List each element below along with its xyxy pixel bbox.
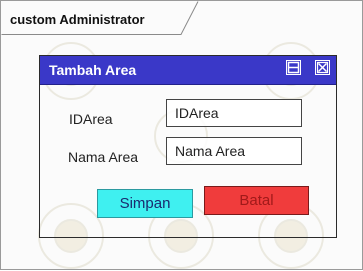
nama-area-input[interactable]: [166, 137, 302, 165]
cancel-button[interactable]: Batal: [204, 186, 309, 215]
maximize-button[interactable]: [286, 60, 301, 75]
close-button[interactable]: [315, 60, 330, 75]
dialog-titlebar[interactable]: Tambah Area: [40, 56, 336, 85]
idarea-label: IDArea: [69, 111, 113, 127]
close-icon: [316, 61, 329, 74]
dialog-title: Tambah Area: [49, 62, 137, 78]
custom-administrator-frame: custom Administrator Tambah Area IDArea: [0, 0, 363, 270]
frame-title: custom Administrator: [10, 12, 145, 27]
maximize-icon: [287, 61, 300, 74]
nama-area-label: Nama Area: [68, 149, 139, 165]
save-button[interactable]: Simpan: [97, 189, 193, 218]
dialog-body: IDArea Nama Area Simpan Batal: [40, 85, 336, 237]
tambah-area-dialog: Tambah Area IDArea Nama Area Simpa: [39, 55, 337, 238]
idarea-input[interactable]: [166, 99, 302, 127]
